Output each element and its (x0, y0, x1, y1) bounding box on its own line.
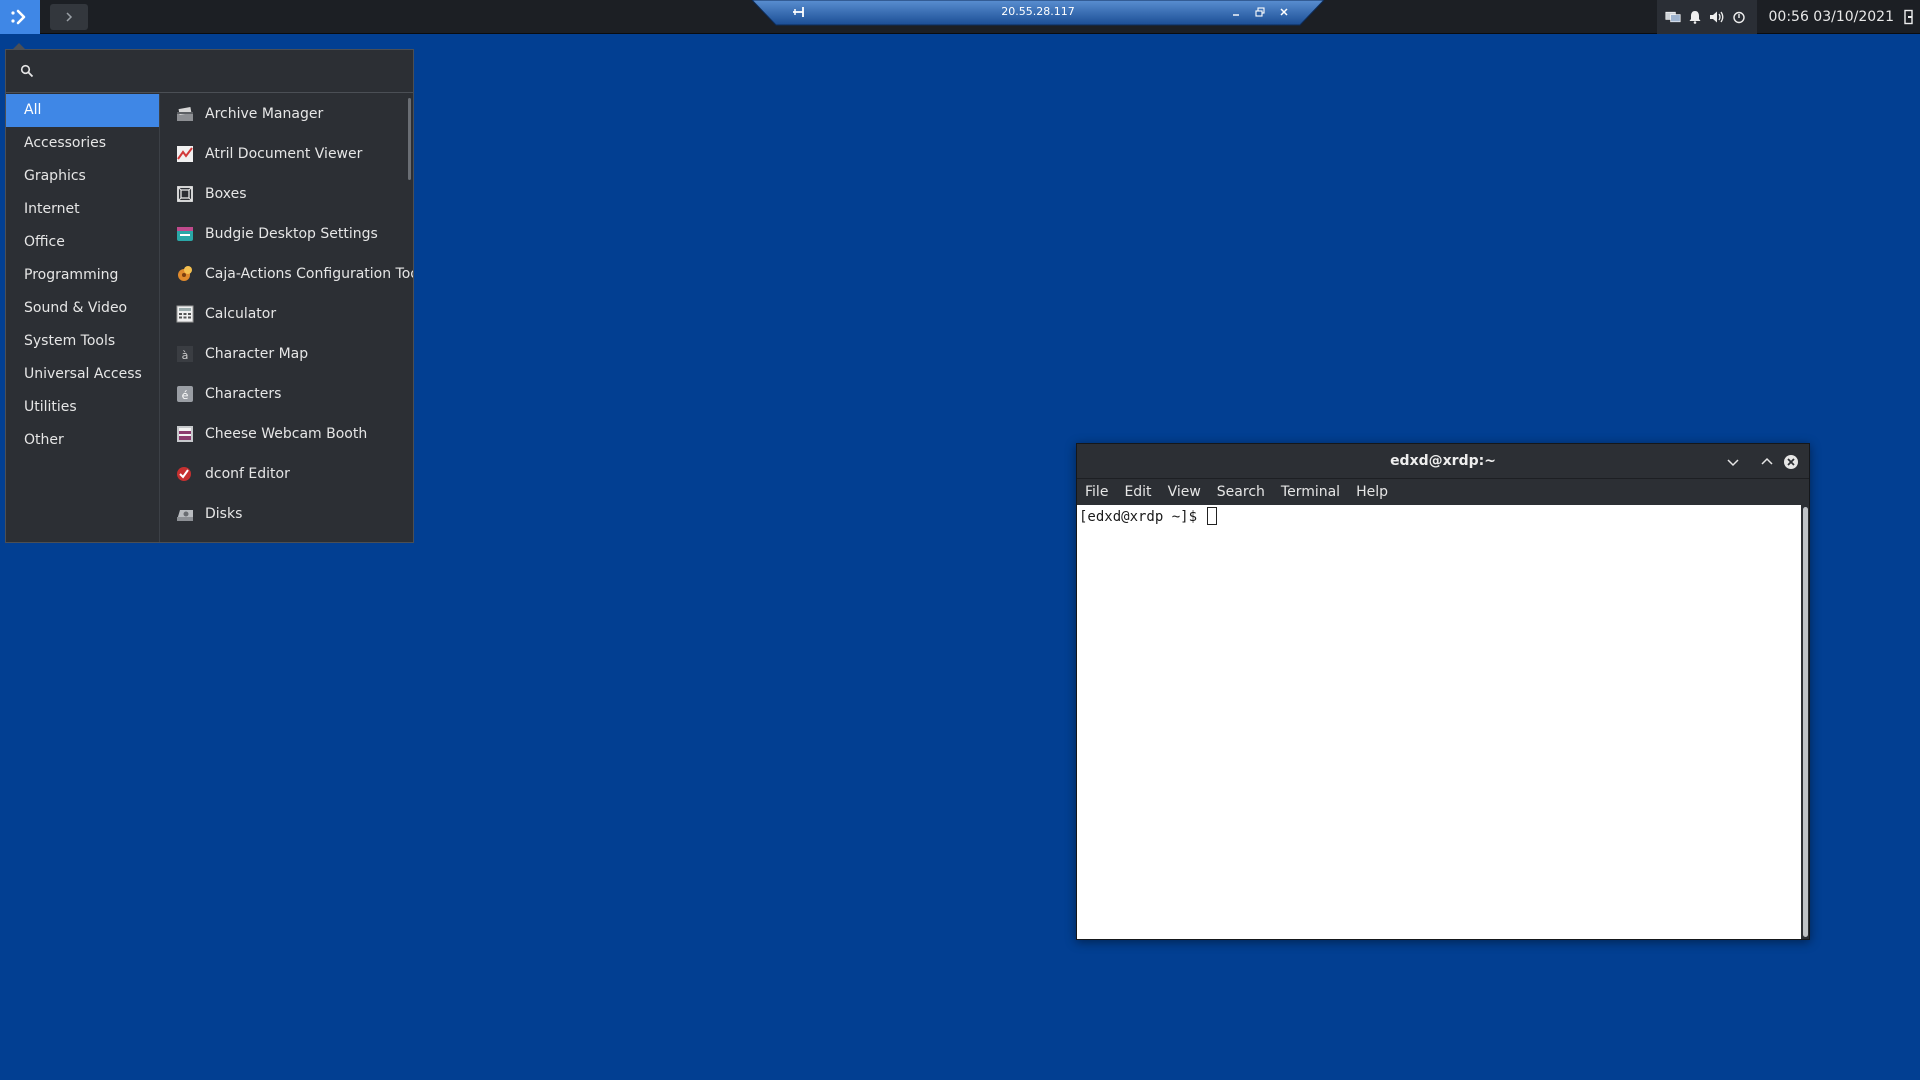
text-cursor (1207, 507, 1218, 525)
app-disks[interactable]: Disks (161, 494, 413, 534)
terminal-title: edxd@xrdp:~ (1390, 453, 1496, 469)
clock[interactable]: 00:56 03/10/2021 (1757, 9, 1899, 25)
app-caja-actions[interactable]: Caja-Actions Configuration Tool (161, 254, 413, 294)
logout-icon[interactable] (1898, 0, 1920, 34)
terminal-window: edxd@xrdp:~ File Edit View Search Termin… (1076, 443, 1810, 940)
characters-icon: é (175, 384, 195, 404)
dconf-icon (175, 464, 195, 484)
category-programming[interactable]: Programming (6, 259, 159, 292)
application-menu: All Accessories Graphics Internet Office… (5, 49, 414, 543)
terminal-menubar: File Edit View Search Terminal Help (1077, 479, 1809, 505)
application-list: Archive Manager Atril Document Viewer Bo… (161, 94, 413, 542)
caja-actions-icon (175, 264, 195, 284)
category-system-tools[interactable]: System Tools (6, 325, 159, 358)
rdp-restore-button[interactable] (1252, 4, 1268, 20)
app-calculator[interactable]: Calculator (161, 294, 413, 334)
power-icon[interactable] (1731, 9, 1747, 25)
menu-search-row (6, 50, 413, 93)
app-list-scrollbar[interactable] (408, 98, 411, 180)
app-dconf-editor[interactable]: dconf Editor (161, 454, 413, 494)
app-archive-manager[interactable]: Archive Manager (161, 94, 413, 134)
menu-search[interactable]: Search (1217, 484, 1265, 500)
app-characters[interactable]: é Characters (161, 374, 413, 414)
app-label: Caja-Actions Configuration Tool (205, 266, 413, 282)
bell-icon[interactable] (1687, 9, 1703, 25)
rdp-connection-bar: 20.55.28.117 (752, 0, 1324, 26)
app-label: Atril Document Viewer (205, 146, 363, 162)
boxes-icon (175, 184, 195, 204)
app-label: Cheese Webcam Booth (205, 426, 368, 442)
category-other[interactable]: Other (6, 424, 159, 457)
svg-text:é: é (182, 389, 189, 402)
terminal-close-button[interactable] (1782, 453, 1800, 471)
app-label: Characters (205, 386, 282, 402)
system-tray: 00:56 03/10/2021 (1656, 0, 1920, 34)
app-label: Budgie Desktop Settings (205, 226, 378, 242)
app-label: Boxes (205, 186, 247, 202)
menu-terminal[interactable]: Terminal (1281, 484, 1340, 500)
app-label: Character Map (205, 346, 309, 362)
document-viewer-icon (175, 144, 195, 164)
character-map-icon: à (175, 344, 195, 364)
category-utilities[interactable]: Utilities (6, 391, 159, 424)
budgie-settings-icon (175, 224, 195, 244)
rdp-close-button[interactable] (1276, 4, 1292, 20)
category-sound-video[interactable]: Sound & Video (6, 292, 159, 325)
menu-edit[interactable]: Edit (1124, 484, 1151, 500)
chevron-down-icon (1727, 459, 1739, 467)
calculator-icon (175, 304, 195, 324)
app-label: Calculator (205, 306, 277, 322)
network-icon[interactable] (1664, 9, 1681, 25)
category-internet[interactable]: Internet (6, 193, 159, 226)
app-label: dconf Editor (205, 466, 290, 482)
cheese-icon (175, 424, 195, 444)
app-budgie-desktop-settings[interactable]: Budgie Desktop Settings (161, 214, 413, 254)
chevron-up-icon (1761, 457, 1773, 465)
app-cheese[interactable]: Cheese Webcam Booth (161, 414, 413, 454)
volume-icon[interactable] (1709, 9, 1725, 25)
terminal-titlebar[interactable]: edxd@xrdp:~ (1077, 444, 1809, 479)
app-menu-button[interactable] (0, 0, 40, 34)
disks-icon (175, 504, 195, 524)
archive-icon (175, 104, 195, 124)
chevron-right-icon (66, 12, 73, 22)
minimize-icon (1233, 14, 1239, 16)
taskbar-button[interactable] (50, 4, 88, 30)
category-office[interactable]: Office (6, 226, 159, 259)
close-icon (1280, 8, 1288, 16)
rdp-minimize-button[interactable] (1228, 4, 1244, 20)
terminal-scrollbar[interactable] (1803, 507, 1808, 937)
terminal-output[interactable]: [edxd@xrdp ~]$ (1077, 505, 1801, 939)
category-accessories[interactable]: Accessories (6, 127, 159, 160)
app-label: Archive Manager (205, 106, 324, 122)
app-boxes[interactable]: Boxes (161, 174, 413, 214)
menu-view[interactable]: View (1168, 484, 1201, 500)
search-icon (20, 64, 34, 78)
app-character-map[interactable]: à Character Map (161, 334, 413, 374)
category-graphics[interactable]: Graphics (6, 160, 159, 193)
close-icon (1784, 455, 1798, 469)
svg-text:à: à (182, 349, 189, 362)
app-label: Disks (205, 506, 243, 522)
category-universal-access[interactable]: Universal Access (6, 358, 159, 391)
menu-file[interactable]: File (1085, 484, 1108, 500)
category-all[interactable]: All (6, 94, 159, 127)
restore-icon (1255, 7, 1265, 17)
app-menu-icon (11, 9, 26, 25)
category-list: All Accessories Graphics Internet Office… (6, 94, 160, 542)
terminal-minimize-button[interactable] (1724, 453, 1742, 471)
terminal-maximize-button[interactable] (1758, 453, 1776, 471)
shell-prompt: [edxd@xrdp ~]$ (1079, 509, 1206, 525)
menu-search-input[interactable] (42, 63, 392, 79)
app-atril-document-viewer[interactable]: Atril Document Viewer (161, 134, 413, 174)
menu-help[interactable]: Help (1356, 484, 1388, 500)
